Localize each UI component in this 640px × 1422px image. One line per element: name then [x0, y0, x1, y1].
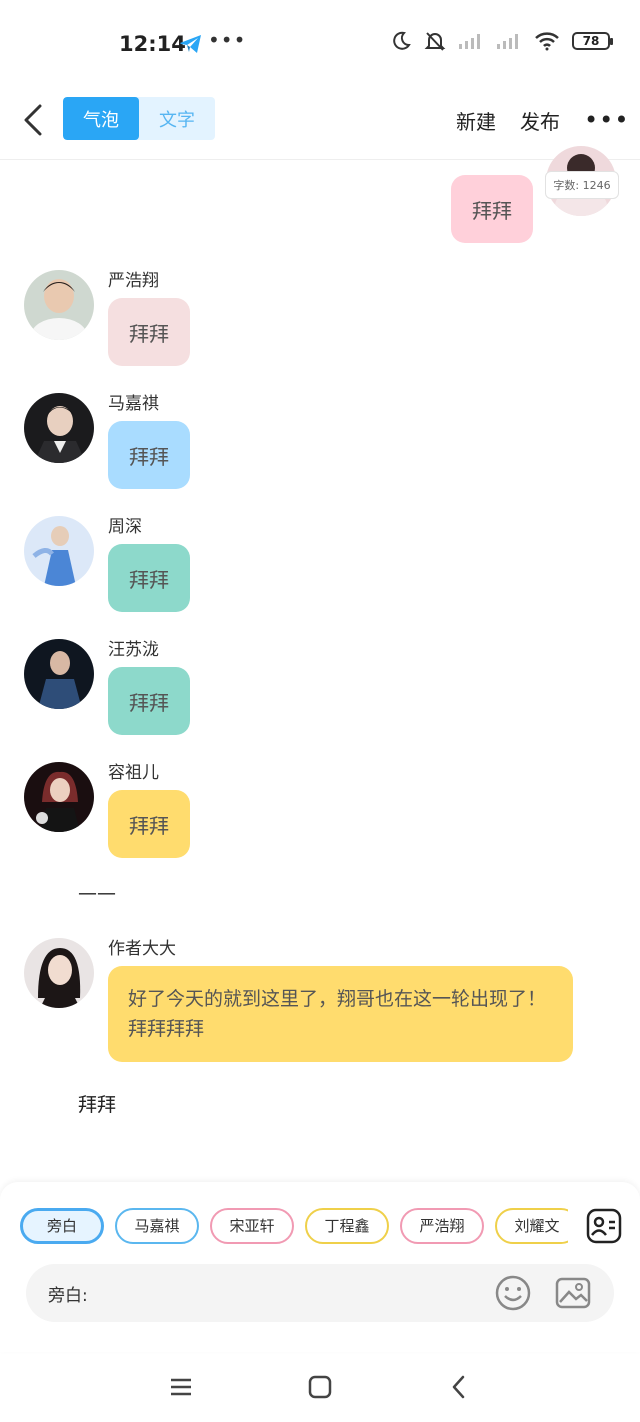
signal-icon-2: [497, 34, 518, 49]
status-bar: 12:14 ••• 78: [0, 0, 640, 88]
message-bubble[interactable]: 拜拜: [108, 298, 190, 366]
avatar-image: [24, 639, 94, 709]
avatar-image: [24, 393, 94, 463]
input-role-label: 旁白:: [48, 1286, 88, 1306]
status-more-icon: •••: [208, 28, 247, 52]
role-chip[interactable]: 刘耀文: [495, 1208, 568, 1244]
wifi-icon: [535, 32, 559, 51]
role-chip-narrator[interactable]: 旁白: [20, 1208, 104, 1244]
more-icon[interactable]: •••: [584, 106, 629, 134]
telegram-icon: [180, 35, 201, 53]
new-button[interactable]: 新建: [456, 106, 496, 135]
battery-indicator: 78: [572, 32, 613, 50]
avatar-zhoushen[interactable]: [24, 516, 94, 586]
sender-name: 严浩翔: [108, 271, 159, 291]
narration-text[interactable]: 拜拜: [78, 1090, 116, 1117]
bell-off-icon: [424, 32, 446, 51]
narration-dash[interactable]: ——: [78, 882, 116, 904]
avatar-image: [24, 762, 94, 832]
word-count-badge: 字数: 1246: [545, 171, 619, 199]
role-chip[interactable]: 马嘉祺: [115, 1208, 199, 1244]
signal-icon: [459, 34, 480, 49]
back-nav-icon[interactable]: [444, 1372, 474, 1402]
sender-name: 马嘉祺: [108, 394, 159, 414]
message-bubble-right[interactable]: 拜拜: [451, 175, 533, 243]
avatar-majiaqi[interactable]: [24, 393, 94, 463]
avatar-image: [24, 938, 94, 1008]
role-chip[interactable]: 宋亚轩: [210, 1208, 294, 1244]
message-bubble[interactable]: 拜拜: [108, 544, 190, 612]
message-input[interactable]: 旁白:: [26, 1264, 614, 1322]
avatar-image: [24, 516, 94, 586]
contact-card-icon[interactable]: [586, 1208, 622, 1244]
home-icon[interactable]: [305, 1372, 335, 1402]
sender-name: 容祖儿: [108, 763, 159, 783]
message-bubble[interactable]: 拜拜: [108, 667, 190, 735]
role-chip[interactable]: 严浩翔: [400, 1208, 484, 1244]
menu-icon[interactable]: [166, 1372, 196, 1402]
mode-toggle: 气泡 文字: [63, 97, 215, 140]
sender-name: 作者大大: [108, 939, 176, 959]
avatar-image: [24, 270, 94, 340]
input-panel: 旁白 马嘉祺 宋亚轩 丁程鑫 严浩翔 刘耀文 旁白:: [0, 1182, 640, 1352]
emoji-icon[interactable]: [494, 1274, 532, 1312]
message-bubble[interactable]: 拜拜: [108, 790, 190, 858]
message-bubble-long[interactable]: 好了今天的就到这里了，翔哥也在这一轮出现了！拜拜拜拜: [108, 966, 573, 1062]
image-icon[interactable]: [554, 1274, 592, 1312]
moon-icon: [393, 31, 411, 50]
status-time: 12:14: [119, 32, 186, 56]
tab-text[interactable]: 文字: [139, 97, 215, 140]
system-nav-bar: [0, 1352, 640, 1422]
role-chip[interactable]: 丁程鑫: [305, 1208, 389, 1244]
avatar-yanhaoxiang[interactable]: [24, 270, 94, 340]
publish-button[interactable]: 发布: [520, 106, 560, 135]
avatar-rongzuer[interactable]: [24, 762, 94, 832]
message-bubble[interactable]: 拜拜: [108, 421, 190, 489]
role-chip-row: 旁白 马嘉祺 宋亚轩 丁程鑫 严浩翔 刘耀文: [20, 1208, 568, 1246]
tab-bubble[interactable]: 气泡: [63, 97, 139, 140]
avatar-author[interactable]: [24, 938, 94, 1008]
status-icons: 78: [390, 30, 613, 52]
top-bar: 气泡 文字 新建 发布 •••: [0, 88, 640, 160]
back-arrow-icon[interactable]: [18, 100, 48, 140]
sender-name: 汪苏泷: [108, 640, 159, 660]
sender-name: 周深: [108, 517, 142, 537]
avatar-wangsulong[interactable]: [24, 639, 94, 709]
